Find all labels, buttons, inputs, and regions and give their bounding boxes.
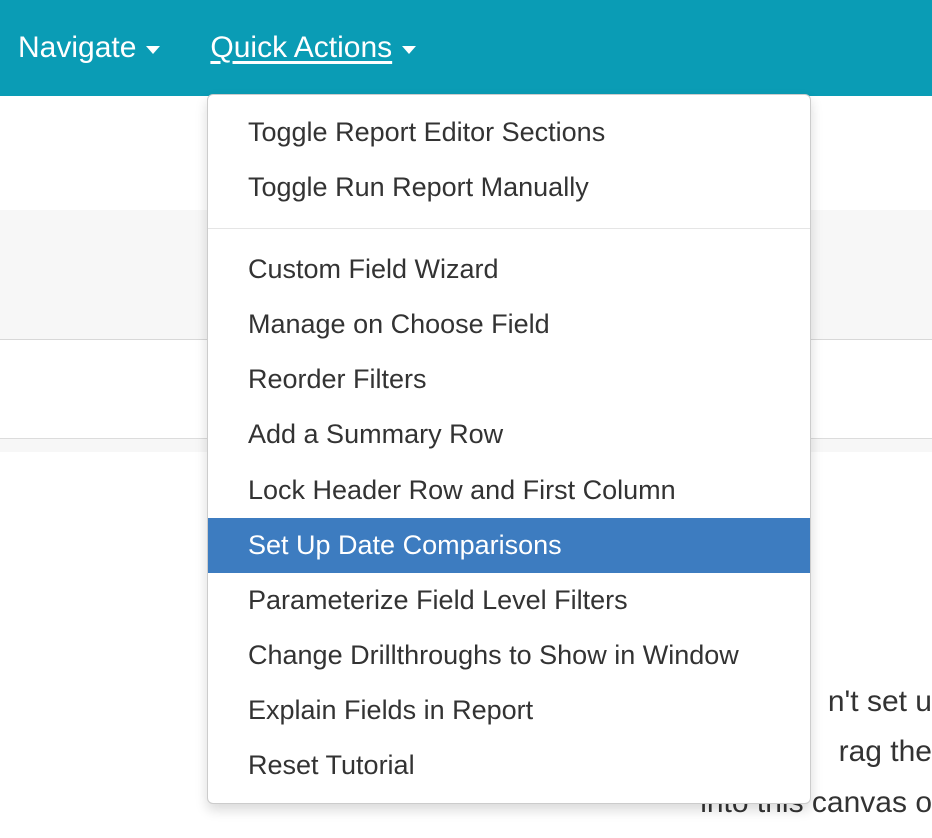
menu-item-change-drillthroughs-to-show-in-window[interactable]: Change Drillthroughs to Show in Window bbox=[208, 628, 810, 683]
menu-item-lock-header-row-and-first-column[interactable]: Lock Header Row and First Column bbox=[208, 463, 810, 518]
top-bar: Navigate Quick Actions bbox=[0, 0, 932, 96]
quick-actions-label: Quick Actions bbox=[210, 31, 392, 65]
menu-item-toggle-run-report-manually[interactable]: Toggle Run Report Manually bbox=[208, 160, 810, 215]
navigate-menu[interactable]: Navigate bbox=[18, 31, 160, 65]
quick-actions-menu[interactable]: Quick Actions bbox=[210, 31, 416, 65]
dropdown-divider bbox=[208, 228, 810, 229]
caret-down-icon bbox=[402, 46, 416, 54]
menu-item-add-a-summary-row[interactable]: Add a Summary Row bbox=[208, 407, 810, 462]
navigate-label: Navigate bbox=[18, 31, 136, 65]
menu-item-custom-field-wizard[interactable]: Custom Field Wizard bbox=[208, 242, 810, 297]
background-text: rag the bbox=[839, 726, 932, 777]
menu-item-set-up-date-comparisons[interactable]: Set Up Date Comparisons bbox=[208, 518, 810, 573]
menu-item-manage-on-choose-field[interactable]: Manage on Choose Field bbox=[208, 297, 810, 352]
menu-item-explain-fields-in-report[interactable]: Explain Fields in Report bbox=[208, 683, 810, 738]
menu-item-toggle-report-editor-sections[interactable]: Toggle Report Editor Sections bbox=[208, 105, 810, 160]
menu-item-reorder-filters[interactable]: Reorder Filters bbox=[208, 352, 810, 407]
menu-item-parameterize-field-level-filters[interactable]: Parameterize Field Level Filters bbox=[208, 573, 810, 628]
menu-item-reset-tutorial[interactable]: Reset Tutorial bbox=[208, 738, 810, 793]
background-text: n't set u bbox=[828, 676, 932, 727]
caret-down-icon bbox=[146, 46, 160, 54]
quick-actions-dropdown: Toggle Report Editor Sections Toggle Run… bbox=[207, 94, 811, 804]
